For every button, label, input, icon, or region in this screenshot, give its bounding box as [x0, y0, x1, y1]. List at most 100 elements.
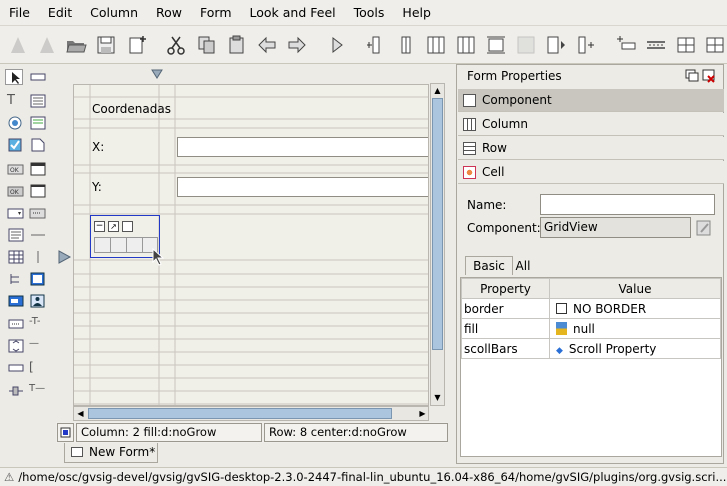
bracket-tool-icon[interactable]: [ [29, 360, 47, 376]
menu-tools[interactable]: Tools [345, 0, 394, 26]
table-row[interactable]: border NO BORDER [461, 298, 721, 319]
text-tool-icon[interactable]: T [7, 93, 25, 109]
vertical-scrollbar[interactable]: ▲ ▼ [430, 83, 445, 406]
formattedfield-tool-icon[interactable] [7, 338, 25, 354]
column-marker-icon[interactable] [151, 68, 163, 80]
hseparator-tool-icon[interactable]: — [29, 338, 47, 354]
copy-icon[interactable] [196, 34, 218, 56]
frame-tool-icon[interactable] [29, 161, 47, 177]
menu-form[interactable]: Form [191, 0, 241, 26]
grid-small-icon[interactable] [122, 221, 133, 232]
tab-new-form[interactable]: New Form* [64, 443, 158, 463]
table-tool-icon[interactable] [7, 249, 25, 265]
menu-look-and-feel[interactable]: Look and Feel [241, 0, 345, 26]
textarea-tool-icon[interactable] [29, 93, 47, 109]
button2-tool-icon[interactable]: OK [7, 183, 25, 199]
run-icon[interactable] [326, 34, 348, 56]
form-grid[interactable]: Coordenadas X: Y: − ↗ [73, 84, 429, 406]
window-tool-icon[interactable] [29, 183, 47, 199]
name-field[interactable] [540, 194, 715, 215]
coordenadas-label[interactable]: Coordenadas [92, 102, 171, 116]
tab-all[interactable]: All [509, 258, 537, 275]
insert-row-below-icon[interactable] [615, 34, 637, 56]
slider-tool-icon[interactable] [7, 383, 25, 399]
checkbox-tool-icon[interactable] [7, 137, 25, 153]
file-tool-icon[interactable] [29, 137, 47, 153]
paste-icon[interactable] [226, 34, 248, 56]
new-file-icon[interactable] [126, 34, 148, 56]
label-tool-icon[interactable] [29, 69, 47, 85]
row-marker-icon[interactable] [58, 250, 72, 264]
header-value[interactable]: Value [549, 278, 721, 299]
open-folder-icon[interactable] [65, 34, 87, 56]
titled-separator-tool-icon[interactable]: -T- [29, 316, 47, 332]
spinner-tool-icon[interactable] [29, 205, 47, 221]
table-icon[interactable] [704, 34, 726, 56]
section-cell[interactable]: Cell [458, 161, 724, 184]
section-column[interactable]: Column [458, 113, 724, 136]
insert-before-icon[interactable] [576, 34, 598, 56]
property-name[interactable]: border [461, 298, 550, 319]
save-icon[interactable] [95, 34, 117, 56]
tab-basic[interactable]: Basic [465, 256, 513, 275]
property-value[interactable]: null [549, 318, 721, 339]
x-text-field[interactable] [177, 137, 428, 157]
tree-tool-icon[interactable] [7, 271, 25, 287]
table-row[interactable]: fill null [461, 318, 721, 339]
insert-column-left-icon[interactable] [364, 34, 386, 56]
expand-icon[interactable]: ↗ [108, 221, 119, 232]
radio-tool-icon[interactable] [7, 115, 25, 131]
redo-icon[interactable] [286, 34, 308, 56]
list-tool-icon[interactable] [29, 115, 47, 131]
minimize-icon[interactable]: − [94, 221, 105, 232]
y-text-field[interactable] [177, 177, 428, 197]
horizontal-scrollbar[interactable]: ◀ ▶ [73, 406, 429, 421]
restore-icon[interactable] [685, 69, 699, 83]
insert-column-icon[interactable] [395, 34, 417, 56]
vertical-scroll-thumb[interactable] [432, 98, 443, 350]
property-value[interactable]: NO BORDER [549, 298, 721, 319]
menu-row[interactable]: Row [147, 0, 191, 26]
property-name[interactable]: fill [461, 318, 550, 339]
merge-disabled-icon[interactable] [515, 34, 537, 56]
select-tool-icon[interactable] [5, 69, 23, 85]
combo-tool-icon[interactable] [7, 205, 25, 221]
menu-file[interactable]: File [0, 0, 39, 26]
new-form-disabled-icon[interactable] [36, 34, 58, 56]
x-label[interactable]: X: [92, 140, 104, 154]
row-icon[interactable] [645, 34, 667, 56]
grid-icon[interactable] [675, 34, 697, 56]
passwordfield-tool-icon[interactable] [7, 316, 25, 332]
menu-column[interactable]: Column [81, 0, 147, 26]
y-label[interactable]: Y: [92, 180, 102, 194]
cut-icon[interactable] [165, 34, 187, 56]
insert-column-right-icon[interactable] [425, 34, 447, 56]
image-tool-icon[interactable] [29, 293, 47, 309]
new-form-icon[interactable] [7, 34, 29, 56]
insert-row-above-icon[interactable] [485, 34, 507, 56]
button-tool-icon[interactable]: OK [7, 161, 25, 177]
insert-row-icon[interactable] [455, 34, 477, 56]
edit-component-icon[interactable] [695, 219, 713, 237]
scroll-right-icon[interactable]: ▶ [416, 407, 429, 420]
scroll-up-icon[interactable]: ▲ [431, 84, 444, 97]
undo-icon[interactable] [256, 34, 278, 56]
section-row[interactable]: Row [458, 137, 724, 160]
vseparator-tool-icon[interactable] [29, 249, 47, 265]
scroll-down-icon[interactable]: ▼ [431, 391, 444, 404]
selected-grid-view[interactable]: − ↗ [90, 215, 160, 258]
textpane-tool-icon[interactable] [7, 227, 25, 243]
close-icon[interactable] [702, 69, 716, 83]
separator-tool-icon[interactable] [29, 227, 47, 243]
label-separator-tool-icon[interactable]: T— [29, 383, 47, 399]
section-component[interactable]: Component [458, 89, 724, 112]
horizontal-scroll-thumb[interactable] [88, 408, 392, 419]
insert-after-icon[interactable] [545, 34, 567, 56]
textfield-tool-icon[interactable] [7, 293, 25, 309]
panel-tool-icon[interactable] [29, 271, 47, 287]
menu-edit[interactable]: Edit [39, 0, 81, 26]
header-property[interactable]: Property [461, 278, 550, 299]
table-row[interactable]: scollBars ◆ Scroll Property [461, 338, 721, 359]
property-name[interactable]: scollBars [461, 338, 550, 359]
progressbar-tool-icon[interactable] [7, 360, 25, 376]
